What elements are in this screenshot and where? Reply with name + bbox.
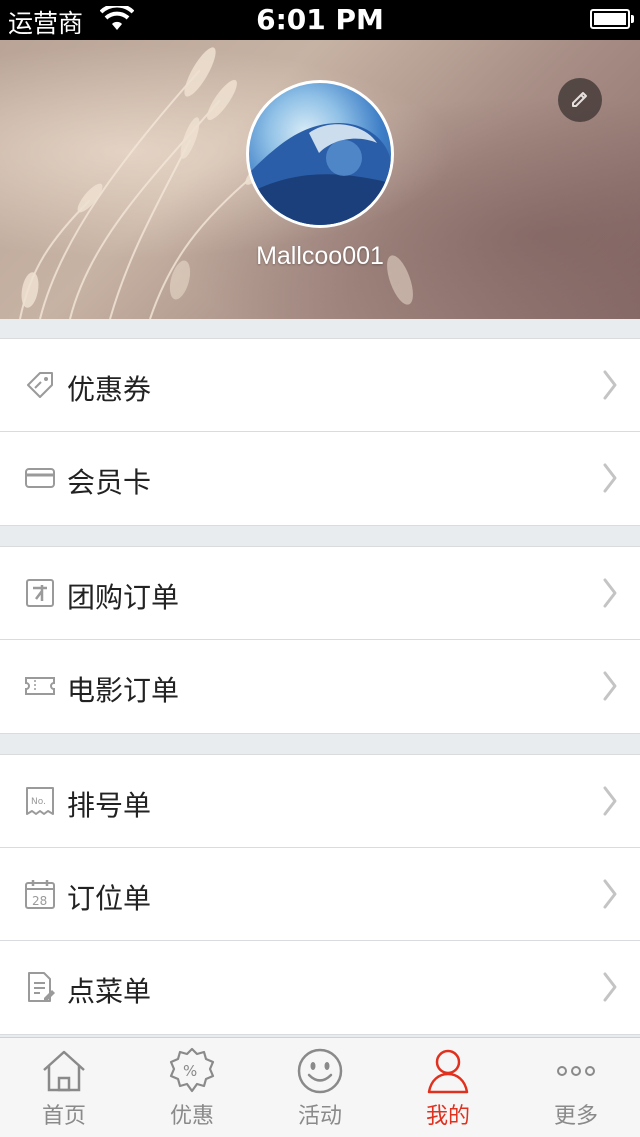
- menu-item-coupons[interactable]: 优惠券: [0, 339, 640, 432]
- svg-text:%: %: [183, 1062, 197, 1080]
- menu-item-group-buy-orders[interactable]: 团购订单: [0, 547, 640, 640]
- menu-item-label: 优惠券: [67, 373, 152, 406]
- menu-item-label: 电影订单: [67, 674, 180, 707]
- more-icon: [557, 1066, 595, 1076]
- menu-item-label: 团购订单: [67, 581, 180, 614]
- avatar[interactable]: [246, 80, 394, 228]
- status-time: 6:01 PM: [256, 3, 384, 36]
- menu-item-label: 点菜单: [67, 975, 152, 1008]
- tab-label: 首页: [41, 1104, 86, 1129]
- tab-activities[interactable]: 活动: [256, 1038, 384, 1137]
- menu-item-dish-orders[interactable]: 点菜单: [0, 941, 640, 1034]
- username: Mallcoo001: [256, 242, 384, 270]
- card-icon: [25, 468, 55, 488]
- tab-label: 优惠: [169, 1104, 214, 1129]
- tab-label: 更多: [553, 1104, 598, 1129]
- discount-icon: %: [169, 1047, 215, 1093]
- person-icon: [427, 1049, 469, 1094]
- menu-item-movie-orders[interactable]: 电影订单: [0, 640, 640, 733]
- tab-label: 我的: [425, 1104, 470, 1129]
- edit-profile-button[interactable]: [558, 78, 602, 122]
- profile-header: Mallcoo001: [0, 40, 640, 319]
- menu-item-label: 会员卡: [67, 466, 152, 499]
- coupon-icon: [27, 372, 53, 398]
- home-icon: [43, 1050, 85, 1092]
- group-buy-icon: [26, 579, 54, 607]
- order-list-icon: [28, 972, 55, 1002]
- chevron-right-icon: [603, 879, 617, 909]
- calendar-icon: 28: [25, 880, 55, 909]
- queue-number-icon: No.: [26, 787, 54, 815]
- tab-label: 活动: [297, 1104, 342, 1129]
- pencil-icon: [572, 92, 587, 107]
- tab-mine[interactable]: 我的: [384, 1038, 512, 1137]
- svg-text:28: 28: [32, 894, 47, 908]
- ticket-icon: [25, 677, 55, 695]
- wave-image: [249, 123, 391, 225]
- tab-more[interactable]: 更多: [512, 1038, 640, 1137]
- battery-icon: [590, 9, 634, 29]
- menu-group-orders: 团购订单 电影订单: [0, 546, 640, 734]
- tab-discounts[interactable]: % 优惠: [128, 1038, 256, 1137]
- chevron-right-icon: [603, 786, 617, 816]
- smile-icon: [297, 1048, 343, 1094]
- chevron-right-icon: [603, 370, 617, 400]
- menu-item-label: 订位单: [67, 882, 152, 915]
- chevron-right-icon: [603, 972, 617, 1002]
- menu-group-benefits: 优惠券 会员卡: [0, 338, 640, 526]
- chevron-right-icon: [603, 671, 617, 701]
- chevron-right-icon: [603, 578, 617, 608]
- menu-item-reservations[interactable]: 28 订位单: [0, 848, 640, 941]
- menu-item-label: 排号单: [67, 789, 152, 822]
- svg-text:No.: No.: [31, 797, 46, 807]
- chevron-right-icon: [603, 463, 617, 493]
- status-bar: 运营商 6:01 PM: [0, 0, 640, 40]
- menu-item-member-card[interactable]: 会员卡: [0, 432, 640, 525]
- tab-home[interactable]: 首页: [0, 1038, 128, 1137]
- tab-bar: 首页 % 优惠 活动 我的 更多: [0, 1037, 640, 1137]
- menu-item-queue[interactable]: No. 排号单: [0, 755, 640, 848]
- menu-group-services: No. 排号单 28 订位单 点菜单: [0, 754, 640, 1035]
